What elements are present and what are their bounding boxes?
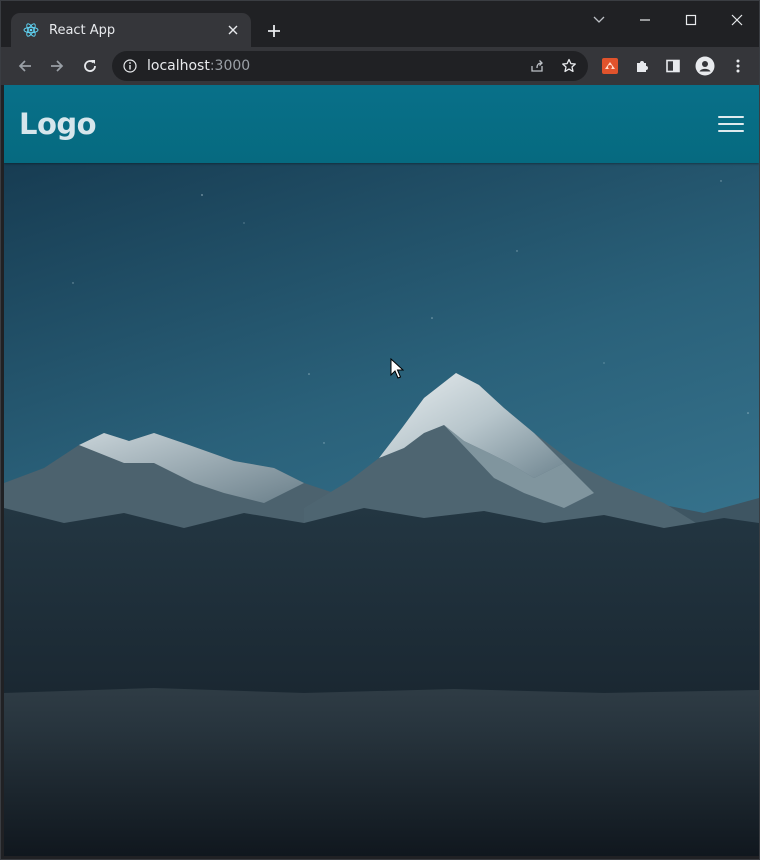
hamburger-menu-icon[interactable] (718, 114, 746, 134)
star-icon[interactable] (557, 54, 581, 78)
site-navbar: Logo (4, 85, 759, 163)
reload-icon[interactable] (78, 54, 102, 78)
react-logo-icon (23, 23, 39, 37)
share-icon[interactable] (525, 54, 549, 78)
url-text: localhost:3000 (147, 58, 251, 74)
close-tab-icon[interactable] (223, 20, 243, 40)
puzzle-icon[interactable] (630, 54, 654, 78)
address-bar[interactable]: localhost:3000 (112, 51, 588, 81)
minimize-icon[interactable] (628, 7, 662, 33)
close-icon[interactable] (720, 7, 754, 33)
info-icon[interactable] (123, 59, 137, 73)
tab-react-app[interactable]: React App (11, 13, 251, 47)
kebab-menu-icon[interactable] (726, 54, 750, 78)
maximize-icon[interactable] (674, 7, 708, 33)
site-logo[interactable]: Logo (19, 107, 97, 141)
browser-window: React App localhost:3000 Logo (0, 0, 760, 860)
web-page-viewport[interactable]: Logo (4, 85, 759, 856)
browser-toolbar: localhost:3000 (1, 47, 759, 85)
sidepanel-icon[interactable] (661, 54, 685, 78)
forward-icon[interactable] (45, 54, 69, 78)
back-icon[interactable] (13, 54, 37, 78)
profile-icon[interactable] (693, 54, 717, 78)
plus-icon[interactable] (263, 20, 285, 42)
hero-mountain-image (4, 163, 759, 856)
tab-title: React App (49, 22, 116, 38)
chevron-down-icon[interactable] (582, 7, 616, 33)
tab-strip: React App (1, 1, 759, 47)
extension-app-icon[interactable] (598, 54, 622, 78)
mouse-cursor-icon (390, 358, 404, 379)
